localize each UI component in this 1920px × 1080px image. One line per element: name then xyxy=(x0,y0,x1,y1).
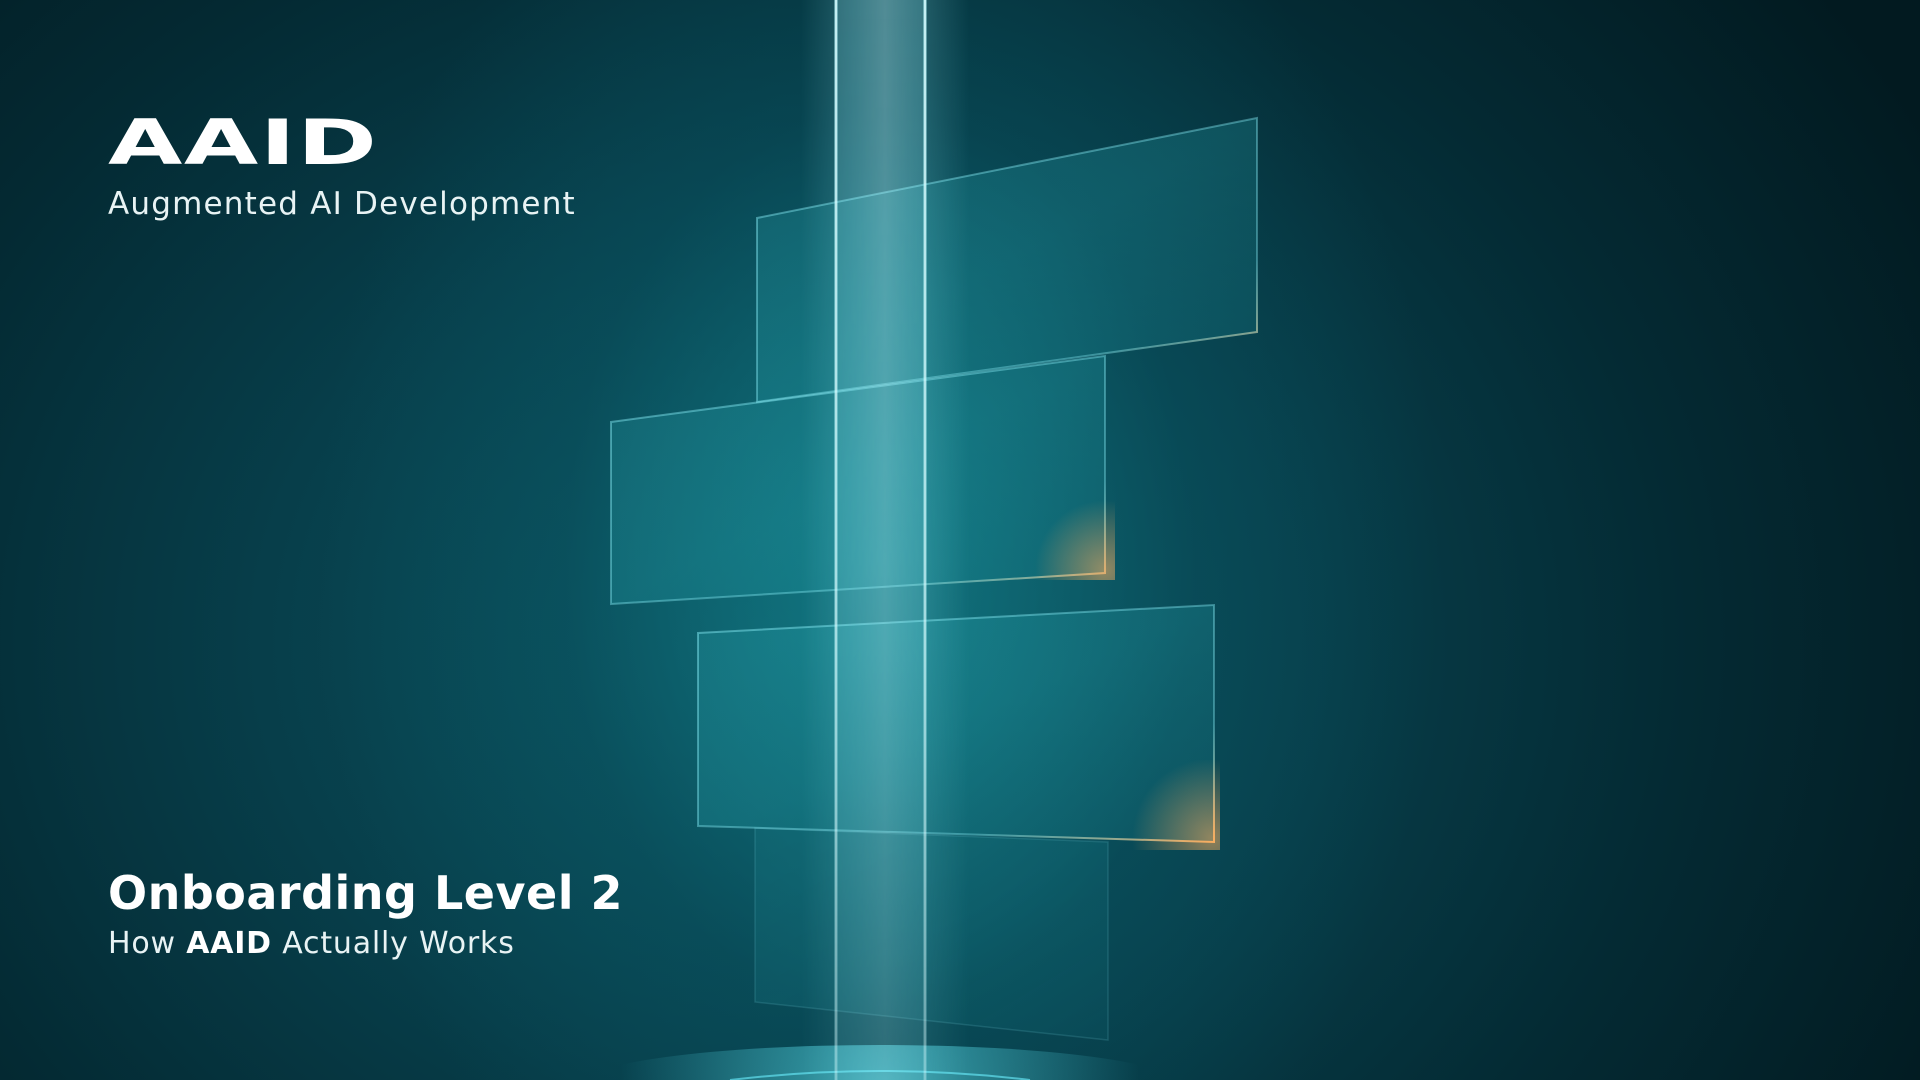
brand-logo: AAID xyxy=(108,106,379,179)
brand-block: AAID Augmented AI Development xyxy=(108,106,576,223)
title-slide: AAID Augmented AI Development Onboarding… xyxy=(0,0,1920,1080)
slide-title: Onboarding Level 2 xyxy=(108,866,623,920)
title-block: Onboarding Level 2 How AAID Actually Wor… xyxy=(108,866,623,961)
subtitle-prefix: How xyxy=(108,926,187,961)
subtitle-suffix: Actually Works xyxy=(271,926,515,961)
slide-subtitle: How AAID Actually Works xyxy=(108,926,623,961)
subtitle-emphasis: AAID xyxy=(186,926,272,961)
brand-tagline: Augmented AI Development xyxy=(108,186,576,222)
